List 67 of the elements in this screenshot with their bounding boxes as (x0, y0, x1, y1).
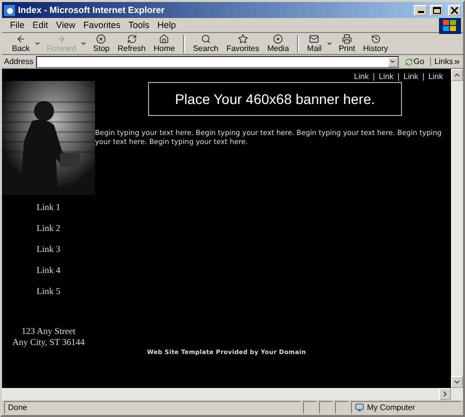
maximize-icon (432, 6, 440, 14)
vertical-scrollbar[interactable] (451, 69, 463, 388)
top-link[interactable]: Link (428, 72, 443, 81)
toolbar-button[interactable]: Print (334, 34, 360, 53)
dropdown-button[interactable] (388, 56, 398, 66)
nav-link[interactable]: Link 2 (36, 223, 60, 237)
menu-item[interactable]: Tools (124, 20, 154, 30)
left-arrow-icon (16, 34, 26, 44)
toolbar-button[interactable]: Refresh (114, 34, 150, 53)
link-separator: | (422, 72, 424, 81)
horizontal-scrollbar[interactable] (2, 388, 463, 400)
toolbar-button[interactable]: Search (188, 34, 222, 53)
toolbar-button[interactable]: Stop (89, 34, 114, 53)
menu-item[interactable]: File (6, 20, 29, 30)
address-label: Address (4, 57, 34, 66)
toolbar-button[interactable]: Favorites (222, 34, 264, 53)
go-arrow-icon (404, 58, 413, 66)
menu-item[interactable]: Edit (28, 20, 52, 30)
toolbar-button[interactable]: Mail (303, 34, 326, 53)
links-button[interactable]: Links (430, 57, 461, 66)
zone-label: My Computer (367, 403, 416, 412)
nav-link[interactable]: Link 1 (36, 202, 60, 216)
toolbar-button[interactable]: Back (8, 34, 34, 53)
maximize-button[interactable] (430, 4, 443, 16)
stop-icon (96, 34, 106, 44)
street-address: 123 Any Street Any City, ST 36144 (12, 326, 85, 348)
toolbar-button[interactable]: Media (263, 34, 294, 53)
scroll-up-button[interactable] (451, 69, 463, 81)
chevrons-icon (453, 58, 461, 66)
top-link[interactable]: Link (354, 72, 369, 81)
menu-item[interactable]: View (52, 20, 80, 30)
menu-item[interactable]: Favorites (79, 20, 124, 30)
nav-link[interactable]: Link 4 (36, 265, 60, 279)
refresh-icon (126, 34, 137, 44)
toolbar-button[interactable]: History (359, 34, 392, 53)
scroll-right-button[interactable] (439, 388, 451, 400)
link-separator: | (372, 72, 375, 81)
printer-icon (342, 34, 352, 44)
disc-icon (273, 34, 284, 44)
go-button[interactable]: Go (402, 57, 428, 66)
top-link[interactable]: Link (404, 72, 418, 81)
browser-icon (4, 4, 15, 16)
toolbar-button[interactable]: Home (150, 34, 179, 53)
nav-link[interactable]: Link 3 (36, 244, 60, 258)
home-icon (159, 34, 170, 44)
top-link[interactable]: Link (378, 72, 394, 81)
windows-logo-icon (439, 18, 461, 34)
star-icon (238, 34, 248, 44)
mail-icon (309, 34, 320, 44)
minimize-button[interactable] (414, 4, 427, 16)
clock-icon (370, 34, 381, 44)
address-field[interactable] (36, 56, 399, 68)
banner-text: Place Your 460x68 banner here. (174, 91, 376, 107)
caret-icon[interactable] (326, 40, 333, 47)
close-button[interactable] (448, 4, 461, 16)
right-arrow-icon (56, 34, 66, 44)
menu-item[interactable]: Help (153, 20, 180, 30)
computer-icon (355, 403, 364, 412)
caret-icon (389, 58, 396, 65)
caret-icon[interactable] (34, 40, 41, 47)
search-icon (200, 34, 211, 44)
window-title: Index - Microsoft Internet Explorer (18, 5, 166, 15)
nav-link[interactable]: Link 5 (36, 286, 60, 300)
link-separator: | (397, 72, 400, 81)
close-icon (451, 6, 458, 14)
scroll-down-button[interactable] (451, 376, 463, 388)
status-text: Done (4, 401, 301, 414)
